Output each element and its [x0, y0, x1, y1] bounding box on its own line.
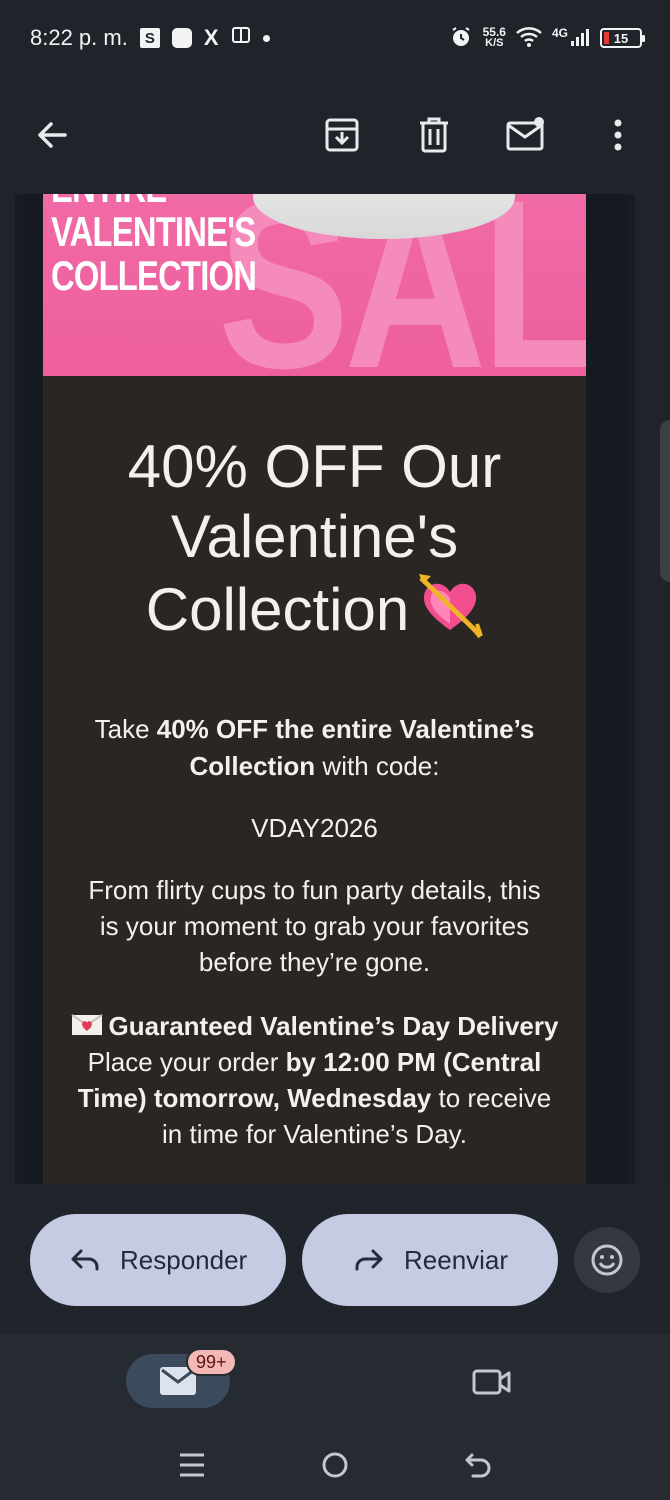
status-right: 55.6 K/S 4G 15: [449, 25, 645, 52]
scroll-handle[interactable]: [660, 420, 670, 582]
x-app-notification-icon: X: [203, 25, 219, 50]
reply-actions-bar: Responder Reenviar: [0, 1184, 670, 1334]
forward-button[interactable]: Reenviar: [302, 1214, 558, 1306]
s-app-notification-icon: S: [139, 28, 160, 48]
home-button[interactable]: [315, 1445, 355, 1485]
delivery-paragraph: Guaranteed Valentine’s Day Delivery Plac…: [43, 1008, 586, 1152]
back-button[interactable]: [24, 107, 80, 163]
delete-button[interactable]: [406, 107, 462, 163]
alarm-icon: [449, 25, 473, 52]
smiley-icon: [591, 1244, 623, 1276]
archive-button[interactable]: [314, 107, 370, 163]
offer-paragraph: Take 40% OFF the entire Valentine’s Coll…: [43, 711, 586, 785]
email-toolbar: [0, 76, 670, 194]
back-arrow-icon: [465, 1453, 491, 1478]
heart-with-arrow-icon: [417, 572, 484, 639]
offer-post: with code:: [315, 751, 440, 781]
description-paragraph: From flirty cups to fun party details, t…: [88, 875, 541, 977]
more-options-button[interactable]: [590, 107, 646, 163]
more-notifications-dot: [262, 34, 270, 42]
email-body-viewport[interactable]: SALE ENTIRE VALENTINE'S COLLECTION 40% O…: [15, 194, 635, 1184]
system-navigation: [0, 1430, 670, 1500]
more-vert-icon: [614, 119, 622, 151]
delivery-pre: Place your order: [87, 1047, 286, 1077]
recents-button[interactable]: [172, 1445, 212, 1485]
archive-icon: [325, 118, 359, 152]
battery-icon: 15: [600, 28, 645, 48]
status-bar: 8:22 p. m. S X 55.6 K/S 4G 15: [0, 0, 670, 76]
hero-line-1: VALENTINE'S: [51, 208, 256, 255]
speed-unit: K/S: [485, 37, 504, 49]
network-speed: 55.6 K/S: [483, 26, 506, 49]
signal-icon: [570, 27, 590, 50]
reader-notification-icon: [231, 25, 251, 51]
email-content: 40% OFF Our Valentine's Collection Take …: [43, 376, 586, 1152]
wifi-icon: [516, 26, 542, 51]
forward-label: Reenviar: [404, 1244, 509, 1275]
video-camera-icon: [472, 1369, 511, 1395]
nav-meet-tab[interactable]: [470, 1360, 514, 1404]
mail-unread-badge: 99+: [186, 1348, 237, 1376]
emoji-reaction-button[interactable]: [574, 1227, 640, 1293]
mark-unread-button[interactable]: [498, 107, 554, 163]
offer-pre: Take: [94, 714, 157, 744]
hero-banner[interactable]: SALE ENTIRE VALENTINE'S COLLECTION: [43, 194, 586, 376]
reply-button[interactable]: Responder: [30, 1214, 286, 1306]
trash-icon: [420, 117, 448, 153]
promo-code: VDAY2026: [251, 813, 378, 843]
bottom-navigation: 99+: [0, 1334, 670, 1430]
delivery-title: Guaranteed Valentine’s Day Delivery: [108, 1011, 559, 1041]
menu-lines-icon: [179, 1453, 204, 1477]
email-headline: 40% OFF Our Valentine's Collection: [43, 432, 586, 645]
status-time: 8:22 p. m.: [30, 25, 128, 50]
mark-unread-icon: [506, 117, 544, 151]
home-circle-icon: [322, 1452, 348, 1478]
forward-icon: [355, 1249, 383, 1271]
toolbar-actions: [314, 107, 646, 163]
battery-level: 15: [613, 30, 629, 46]
system-back-button[interactable]: [458, 1445, 498, 1485]
hero-line-2: COLLECTION: [51, 252, 257, 299]
arrow-left-icon: [38, 122, 67, 148]
network-type: 4G: [551, 26, 568, 40]
reply-icon: [71, 1249, 99, 1271]
status-left: 8:22 p. m. S X: [30, 25, 270, 51]
reply-label: Responder: [120, 1244, 248, 1275]
app-notification-icon: [171, 28, 192, 48]
love-letter-icon: [70, 1010, 103, 1035]
email-card: SALE ENTIRE VALENTINE'S COLLECTION 40% O…: [43, 194, 586, 1184]
